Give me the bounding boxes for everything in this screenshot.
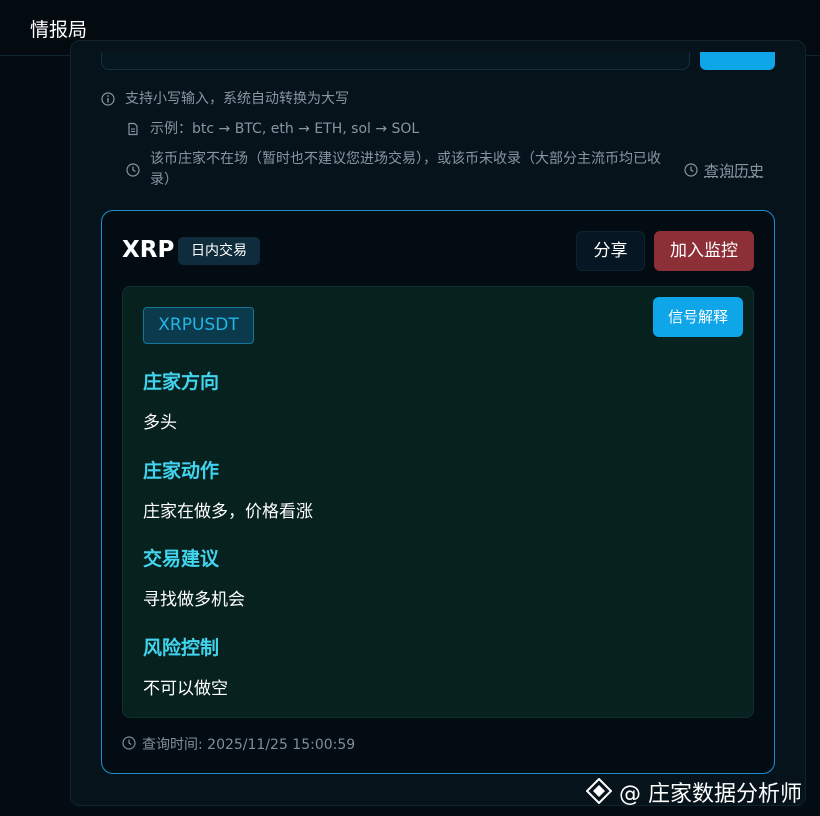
watermark-text: @ 庄家数据分析师 bbox=[619, 782, 802, 807]
hint-example-text: 示例：btc → BTC, eth → ETH, sol → SOL bbox=[150, 121, 420, 137]
hint-notice: 该币庄家不在场（暂时也不建议您进场交易），或该币未收录（大部分主流币均已收录） bbox=[126, 149, 681, 191]
signal-explain-button[interactable]: 信号解释 bbox=[653, 297, 743, 337]
hint-lowercase: 支持小写输入，系统自动转换为大写 bbox=[101, 89, 401, 110]
hint-example: 示例：btc → BTC, eth → ETH, sol → SOL bbox=[126, 119, 466, 140]
trading-pair-badge: XRPUSDT bbox=[143, 307, 254, 344]
section-title-action: 庄家动作 bbox=[143, 460, 220, 482]
query-time: 查询时间: 2025/11/25 15:00:59 bbox=[122, 734, 355, 754]
add-monitor-button[interactable]: 加入监控 bbox=[654, 231, 754, 271]
document-icon bbox=[128, 122, 138, 136]
section-content-advice: 寻找做多机会 bbox=[143, 590, 245, 610]
section-content-direction: 多头 bbox=[143, 413, 177, 433]
watermark: @ 庄家数据分析师 bbox=[586, 776, 802, 807]
trade-type-tag: 日内交易 bbox=[178, 237, 260, 265]
clock-icon bbox=[126, 163, 140, 177]
query-time-text: 查询时间: 2025/11/25 15:00:59 bbox=[142, 737, 356, 753]
coin-symbol: XRP bbox=[122, 237, 175, 263]
query-button[interactable] bbox=[700, 52, 775, 70]
section-title-advice: 交易建议 bbox=[143, 548, 220, 570]
hint-lowercase-text: 支持小写输入，系统自动转换为大写 bbox=[125, 91, 349, 107]
hint-notice-text: 该币庄家不在场（暂时也不建议您进场交易），或该币未收录（大部分主流币均已收录） bbox=[150, 151, 661, 188]
diamond-logo-icon bbox=[586, 778, 612, 804]
section-title-direction: 庄家方向 bbox=[143, 371, 220, 393]
section-content-action: 庄家在做多，价格看涨 bbox=[143, 502, 313, 522]
symbol-input[interactable] bbox=[101, 52, 690, 70]
clock-icon bbox=[122, 736, 136, 750]
clock-icon bbox=[684, 163, 698, 177]
query-history-link[interactable]: 查询历史 bbox=[684, 160, 764, 181]
info-icon bbox=[101, 92, 115, 106]
share-button[interactable]: 分享 bbox=[576, 231, 645, 271]
app-title: 情报局 bbox=[30, 19, 88, 41]
section-content-risk: 不可以做空 bbox=[143, 679, 228, 699]
section-title-risk: 风险控制 bbox=[143, 637, 220, 659]
